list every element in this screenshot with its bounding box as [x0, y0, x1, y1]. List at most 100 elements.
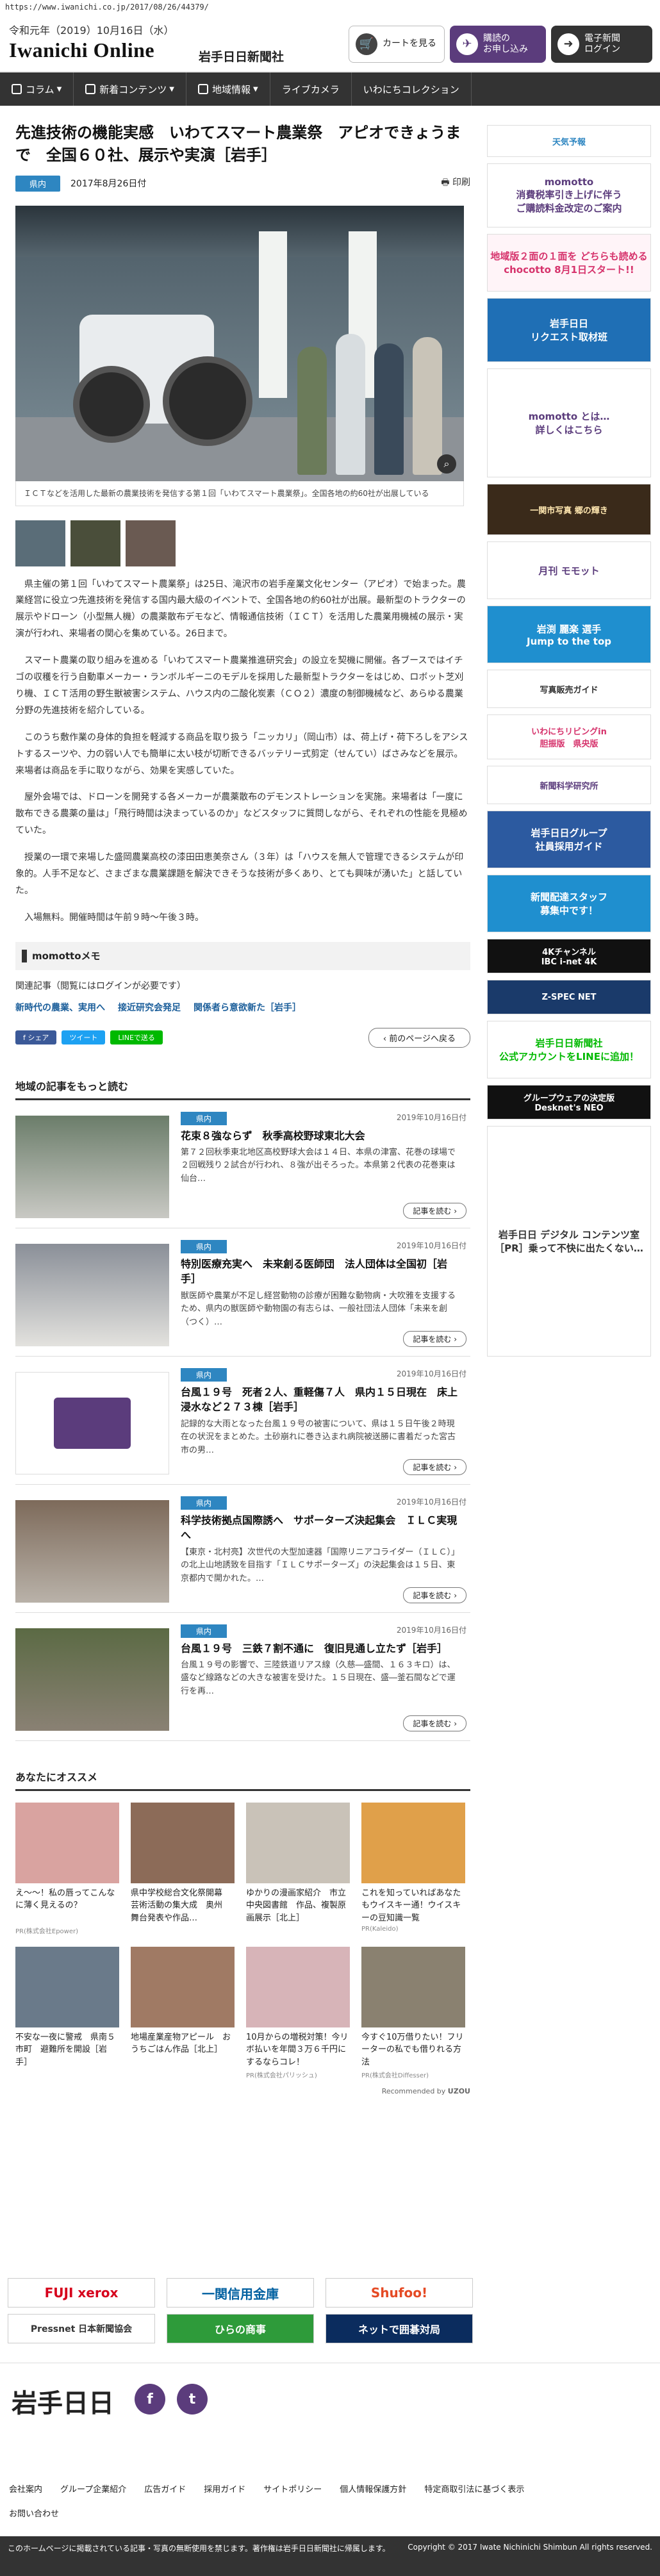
sidebar-banner[interactable]: いわにちリビングin 胆振版 県央版 — [487, 714, 651, 759]
news-thumbnail[interactable] — [15, 1243, 169, 1346]
news-item[interactable]: 県内 2019年10月16日付 科学技術拠点国際誘へ サポーターズ決起集会 ＩＬ… — [15, 1485, 470, 1613]
nav-live-camera[interactable]: ライブカメラ — [270, 72, 352, 106]
news-title[interactable]: 花束８強ならず 秋季高校野球東北大会 — [181, 1128, 463, 1143]
nav-local-info[interactable]: 地域情報 ▼ — [186, 72, 270, 106]
footer-inquiry-link[interactable]: お問い合わせ — [9, 2507, 59, 2519]
ad-banner[interactable]: FUJI xerox — [8, 2278, 155, 2308]
category-badge[interactable]: 県内 — [15, 175, 61, 192]
sidebar-banner[interactable]: 岩手日日グループ 社員採用ガイド — [487, 811, 651, 868]
ad-banner[interactable]: ひらの商事 — [167, 2314, 314, 2343]
sidebar-banner[interactable]: 一関市写真 郷の輝き — [487, 484, 651, 535]
sidebar-banner[interactable]: 新聞配達スタッフ 募集中です！ — [487, 875, 651, 932]
news-item[interactable]: 県内 2019年10月16日付 特別医療充実へ 未来創る医師団 法人団体は全国初… — [15, 1228, 470, 1357]
nav-column[interactable]: コラム ▼ — [0, 72, 74, 106]
recommend-heading: あなたにオススメ — [15, 1763, 470, 1791]
read-more-button[interactable]: 記事を読む › — [403, 1202, 466, 1219]
site-logo[interactable]: Iwanichi Online — [9, 38, 154, 62]
sidebar-banner[interactable]: 天気予報 — [487, 125, 651, 157]
memo-header: momottoメモ — [15, 941, 470, 970]
sidebar-banner[interactable]: 地域版２面の１面を どちらも読める chocotto 8月1日スタート!! — [487, 234, 651, 292]
recommend-item[interactable]: ゆかりの漫画家紹介 市立中央図書館 作品、複製原画展示［北上］ — [246, 1802, 350, 1935]
footer-link[interactable]: 会社案内 — [9, 2482, 42, 2495]
ad-banner[interactable]: Shufoo! — [326, 2278, 473, 2308]
footer-logo[interactable]: 岩手日日 — [12, 2382, 114, 2420]
footer-link[interactable]: グループ企業紹介 — [60, 2482, 126, 2495]
sidebar-banner[interactable]: 月刊 モモット — [487, 541, 651, 599]
thumbnail[interactable] — [15, 520, 65, 566]
photo-caption: ＩＣＴなどを活用した最新の農業技術を発信する第１回「いわてスマート農業祭」。全国… — [15, 481, 464, 506]
recommend-item[interactable]: 今すぐ10万借りたい！フリーターの私でも借りれる方法 PR(株式会社Diffess… — [361, 1946, 465, 2079]
subscribe-button[interactable]: ✈ 購読の お申し込み — [450, 26, 546, 63]
sidebar-banner[interactable]: momotto 消費税率引き上げに伴う ご購読料金改定のご案内 — [487, 163, 651, 227]
sidebar-banner[interactable]: グループウェアの決定版 Desknet's NEO — [487, 1085, 651, 1119]
recommend-item[interactable]: え〜〜！私の唇ってこんなに薄く見えるの？ PR(株式会社Epower) — [15, 1802, 119, 1935]
photo-wheel — [163, 356, 252, 446]
recommend-item[interactable]: これを知っていればあなたもウイスキー通！ウイスキーの豆知識一覧 PR(Kaleid… — [361, 1802, 465, 1935]
current-date: 令和元年（2019）10月16日（水） — [9, 24, 174, 37]
nav-collection[interactable]: いわにちコレクション — [352, 72, 472, 106]
cart-button[interactable]: 🛒 カートを見る — [349, 26, 445, 63]
url-bar[interactable]: https://www.iwanichi.co.jp/2017/08/26/44… — [0, 0, 660, 14]
related-link[interactable]: 新時代の農業、実用へ — [15, 1001, 105, 1014]
main-column: 先進技術の機能実感 いわてスマート農業祭 アピオできょうまで 全国６０社、展示や… — [15, 122, 470, 2095]
sidebar-banner[interactable]: 新聞科学研究所 — [487, 766, 651, 804]
tweet-button[interactable]: ツイート — [62, 1030, 106, 1045]
read-more-button[interactable]: 記事を読む › — [403, 1715, 466, 1731]
sidebar-banner[interactable]: 岩渕 麗楽 選手 Jump to the top — [487, 606, 651, 663]
zoom-icon[interactable]: ⌕ — [437, 454, 456, 474]
ad-banner[interactable]: 一関信用金庫 — [167, 2278, 314, 2308]
footer-link[interactable]: 特定商取引法に基づく表示 — [424, 2482, 524, 2495]
news-thumbnail[interactable] — [15, 1371, 169, 1474]
sidebar-banner[interactable]: Z-SPEC NET — [487, 980, 651, 1014]
read-more-button[interactable]: 記事を読む › — [403, 1330, 466, 1347]
news-item[interactable]: 県内 2019年10月16日付 花束８強ならず 秋季高校野球東北大会 第７２回秋… — [15, 1100, 470, 1228]
related-link[interactable]: 関係者ら意欲新た［岩手］ — [194, 1001, 301, 1014]
recommend-item[interactable]: 10月からの増税対策！今リボ払いを年間３万６千円にするならコレ！ PR(株式会社パ… — [246, 1946, 350, 2079]
recommend-item[interactable]: 不安な一夜に警戒 県南５市町 避難所を開設［岩手］ — [15, 1946, 119, 2079]
read-more-button[interactable]: 記事を読む › — [403, 1587, 466, 1603]
article-photo[interactable]: ⌕ — [15, 205, 464, 481]
twitter-icon[interactable]: t — [177, 2384, 208, 2415]
news-desc: 【東京・北村亮】次世代の大型加速器「国際リニアコライダー（ＩＬＣ）」の北上山地誘… — [181, 1547, 459, 1584]
news-title[interactable]: 特別医療充実へ 未来創る医師団 法人団体は全国初［岩手］ — [181, 1257, 463, 1286]
facebook-share-button[interactable]: f シェア — [15, 1030, 57, 1045]
cart-icon: 🛒 — [356, 33, 377, 55]
grid-icon — [12, 84, 22, 94]
sidebar-banner[interactable]: momotto とは… 詳しくはこちら — [487, 368, 651, 477]
ad-banner[interactable]: ネットで囲碁対局 — [326, 2314, 473, 2343]
related-link[interactable]: 接近研究会発足 — [118, 1001, 181, 1014]
recommended-by[interactable]: Recommended by UZOU — [15, 2087, 470, 2095]
photo-wheel — [73, 365, 150, 443]
nav-new-content[interactable]: 新着コンテンツ ▼ — [74, 72, 186, 106]
news-item[interactable]: 県内 2019年10月16日付 台風１９号 三鉄７割不通に 復旧見通し立たず［岩… — [15, 1613, 470, 1741]
sidebar-banner[interactable]: 岩手日日 デジタル コンテンツ室 ［PR］乗って不快に出たくない… — [487, 1126, 651, 1357]
ad-banner[interactable]: Pressnet 日本新聞協会 — [8, 2314, 155, 2343]
footer-link[interactable]: 採用ガイド — [204, 2482, 245, 2495]
recommend-item[interactable]: 地場産業産物アピール おうちごはん作品［北上］ — [131, 1946, 235, 2079]
thumbnail[interactable] — [126, 520, 176, 566]
uzou-logo: UZOU — [447, 2086, 470, 2095]
news-thumbnail[interactable] — [15, 1115, 169, 1218]
sidebar-banner[interactable]: 写真販売ガイド — [487, 670, 651, 708]
thumbnail[interactable] — [70, 520, 120, 566]
back-button[interactable]: ‹ 前のページへ戻る — [368, 1027, 470, 1048]
news-title[interactable]: 科学技術拠点国際誘へ サポーターズ決起集会 ＩＬＣ実現へ — [181, 1513, 463, 1542]
line-share-button[interactable]: LINEで送る — [110, 1030, 163, 1045]
sidebar-banner[interactable]: 岩手日日 リクエスト取材班 — [487, 298, 651, 362]
print-button[interactable]: 🖶 印刷 — [441, 176, 470, 191]
facebook-icon[interactable]: f — [135, 2384, 165, 2415]
footer-link[interactable]: 広告ガイド — [144, 2482, 186, 2495]
news-thumbnail[interactable] — [15, 1499, 169, 1603]
read-more-button[interactable]: 記事を読む › — [403, 1458, 466, 1475]
recommend-item[interactable]: 県中学校総合文化祭開幕 芸術活動の集大成 奥州 舞台発表や作品… — [131, 1802, 235, 1935]
news-item[interactable]: 県内 2019年10月16日付 台風１９号 死者２人、重軽傷７人 県内１５日現在… — [15, 1357, 470, 1485]
photo-thumbnails — [15, 520, 470, 566]
footer-link[interactable]: 個人情報保護方針 — [340, 2482, 406, 2495]
sidebar-banner[interactable]: 4Kチャンネル IBC i-net 4K — [487, 939, 651, 973]
login-button[interactable]: ➜ 電子新聞 ログイン — [551, 26, 652, 63]
sidebar-banner[interactable]: 岩手日日新聞社 公式アカウントをLINEに追加！ — [487, 1021, 651, 1078]
news-title[interactable]: 台風１９号 死者２人、重軽傷７人 県内１５日現在 床上浸水など２７３棟［岩手］ — [181, 1385, 463, 1414]
news-title[interactable]: 台風１９号 三鉄７割不通に 復旧見通し立たず［岩手］ — [181, 1641, 463, 1656]
news-thumbnail[interactable] — [15, 1628, 169, 1731]
footer-link[interactable]: サイトポリシー — [263, 2482, 322, 2495]
